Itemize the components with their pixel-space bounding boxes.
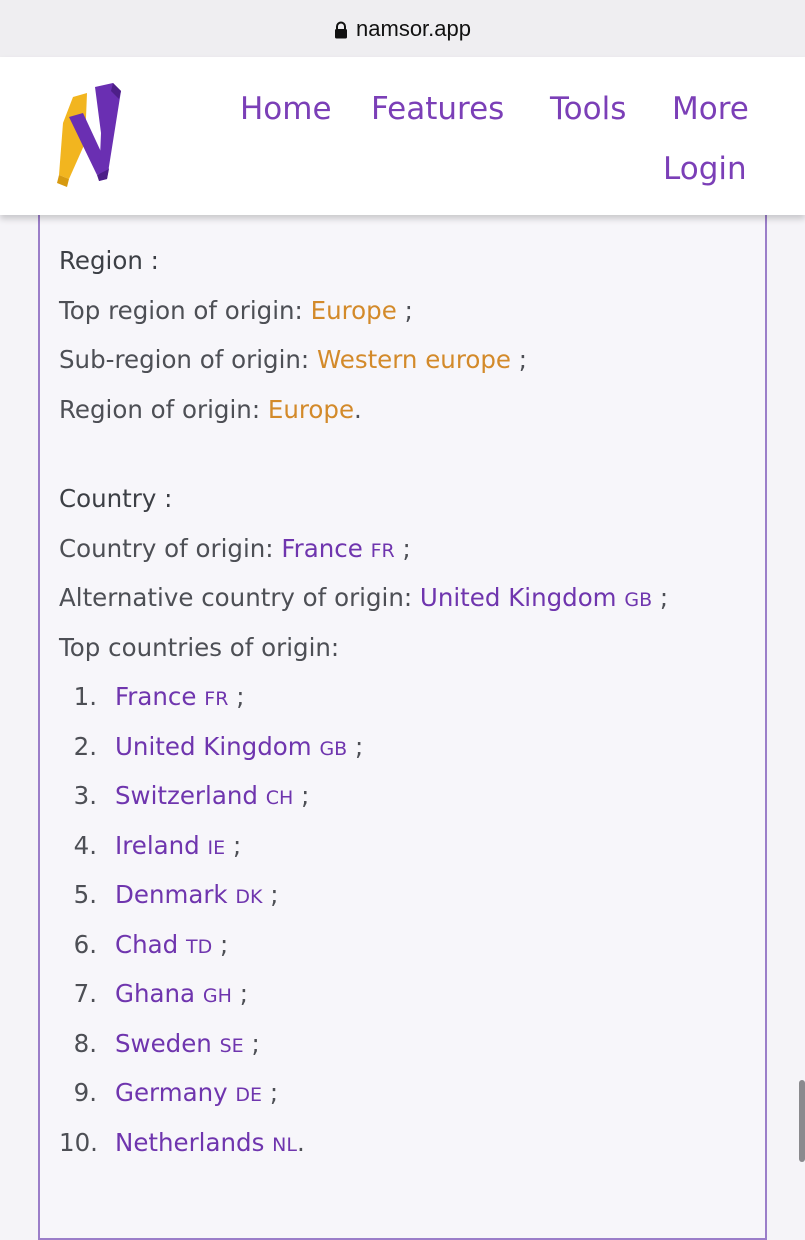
country-name: Denmark [115,880,228,909]
list-number: 10. [59,1127,98,1157]
list-suffix: ; [220,929,229,959]
nav-features[interactable]: Features [371,91,504,127]
list-item: 2. United Kingdom GB ; [59,729,769,779]
region-value: Europe [267,394,355,424]
list-item: 7. Ghana GH ; [59,976,769,1026]
list-number: 4. [73,830,97,860]
region-label: Region of origin: [59,394,261,424]
sub-region-value: Western europe [316,345,511,374]
alt-country-label: Alternative country of origin: [59,583,413,612]
nav-tools[interactable]: Tools [550,91,626,127]
list-number: 3. [73,781,97,810]
top-region-value: Europe [310,295,397,325]
country-origin-code: FR [370,539,395,562]
list-number: 6. [73,929,97,959]
country-code: CH [265,787,294,809]
country-name: Germany [115,1078,228,1107]
list-item: 1. France FR ; [59,679,769,729]
country-code: IE [207,836,226,859]
country-code: GH [202,985,232,1007]
list-suffix: ; [269,1078,279,1107]
country-code: DK [235,886,263,908]
list-suffix: ; [251,1028,260,1058]
country-name: Netherlands [115,1127,265,1157]
region-heading: Region : [59,246,159,275]
list-suffix: ; [236,682,245,711]
list-item: 6. Chad TD ; [59,927,769,977]
top-region-suffix: ; [404,295,413,325]
list-number: 9. [73,1078,97,1107]
list-item: 8. Sweden SE ; [59,1026,769,1076]
country-name: United Kingdom [115,731,312,761]
country-name: Ghana [115,979,196,1008]
sub-region-suffix: ; [518,345,528,374]
country-code: NL [272,1133,297,1156]
namsor-logo[interactable] [55,83,125,191]
list-suffix: . [296,1127,305,1157]
lock-icon [335,21,348,38]
country-code: FR [204,688,229,710]
nav-home[interactable]: Home [240,91,332,127]
country-name: France [115,682,197,711]
country-code: DE [235,1084,263,1106]
country-code: SE [219,1034,244,1057]
list-number: 1. [73,682,97,711]
top-countries-label: Top countries of origin: [59,632,340,662]
list-item: 4. Ireland IE ; [59,828,769,878]
country-code: GB [319,737,348,760]
alt-country-suffix: ; [659,583,669,612]
result-content: Region : Top region of origin: Europe ; … [59,243,769,1174]
top-countries-list: 1. France FR ; 2. United Kingdom GB ; 3. Sw… [59,679,769,1174]
country-origin-suffix: ; [402,533,411,563]
country-name: Ireland [115,830,200,860]
url-text: namsor.app [356,15,471,41]
country-heading: Country : [59,484,173,513]
list-item: 3. Switzerland CH ; [59,778,769,828]
nav-more[interactable]: More [672,91,749,127]
alt-country-code: GB [624,589,653,611]
site-header: Home Features Tools More Login [0,57,805,215]
country-code: TD [186,935,213,958]
top-region-label: Top region of origin: [59,295,303,325]
country-name: Sweden [115,1028,212,1058]
region-row: Region of origin: Europe. [59,392,769,442]
country-name: Switzerland [115,781,258,810]
list-number: 2. [73,731,97,761]
list-item: 9. Germany DE ; [59,1075,769,1125]
list-suffix: ; [355,731,364,761]
alt-country-value: United Kingdom [419,583,617,612]
list-suffix: ; [301,781,310,810]
list-suffix: ; [270,880,279,909]
nav-login[interactable]: Login [663,151,747,187]
country-origin-value: France [281,533,363,563]
top-region-row: Top region of origin: Europe ; [59,293,769,343]
page-scrollbar[interactable] [799,1080,805,1162]
browser-url-bar[interactable]: namsor.app [0,0,805,57]
list-item: 5. Denmark DK ; [59,877,769,927]
list-suffix: ; [239,979,248,1008]
list-item: 10. Netherlands NL. [59,1125,769,1175]
region-suffix: . [354,394,362,424]
country-origin-row: Country of origin: France FR ; [59,531,769,581]
list-number: 5. [73,880,97,909]
list-number: 8. [73,1028,97,1058]
sub-region-label: Sub-region of origin: [59,345,310,374]
country-name: Chad [115,929,179,959]
list-suffix: ; [232,830,242,860]
sub-region-row: Sub-region of origin: Western europe ; [59,342,769,392]
alt-country-row: Alternative country of origin: United Ki… [59,580,769,630]
country-origin-label: Country of origin: [59,533,274,563]
list-number: 7. [73,979,97,1008]
